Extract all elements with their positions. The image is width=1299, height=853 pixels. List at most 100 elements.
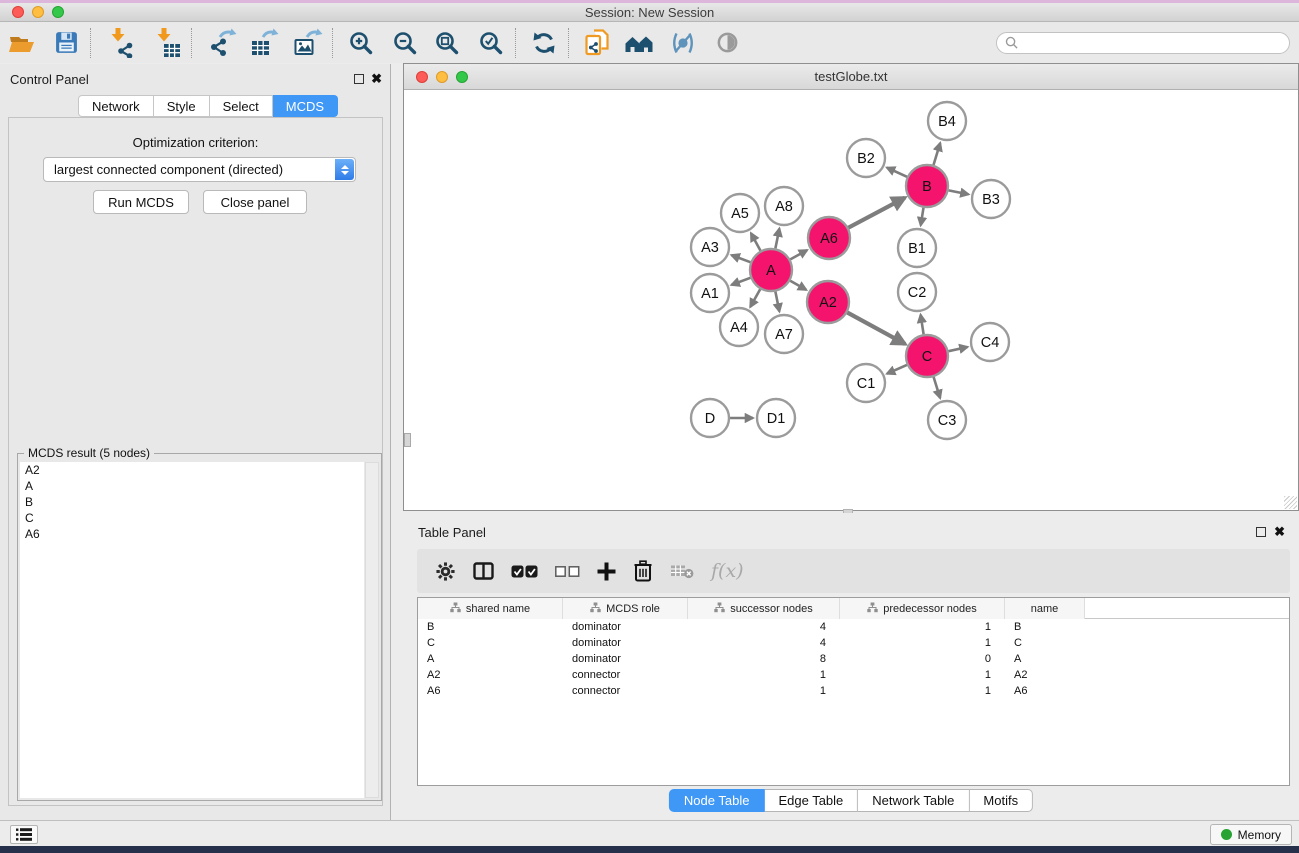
graph-edge-A-A2[interactable] <box>790 281 806 290</box>
refresh-layout-button[interactable] <box>526 25 562 61</box>
run-mcds-button[interactable]: Run MCDS <box>93 190 189 214</box>
tab-motifs[interactable]: Motifs <box>969 789 1033 812</box>
optimization-criterion-label: Optimization criterion: <box>9 135 382 150</box>
import-network-button[interactable] <box>103 25 139 61</box>
zoom-in-button[interactable] <box>343 25 379 61</box>
hierarchy-icon <box>450 602 461 616</box>
mcds-result-item[interactable]: B <box>20 494 364 510</box>
zoom-fit-button[interactable] <box>429 25 465 61</box>
mcds-result-item[interactable]: A <box>20 478 364 494</box>
close-panel-icon[interactable]: ✖ <box>371 71 382 87</box>
network-window-titlebar: testGlobe.txt <box>404 64 1298 90</box>
tab-network-table[interactable]: Network Table <box>858 789 969 812</box>
graph-edge-A2-C[interactable] <box>847 313 905 345</box>
mcds-result-item[interactable]: A6 <box>20 526 364 542</box>
tab-select[interactable]: Select <box>210 95 273 117</box>
table-row[interactable]: Adominator80A <box>418 651 1289 667</box>
resize-grip-icon[interactable] <box>1284 496 1297 509</box>
table-cell: A <box>418 653 563 665</box>
copy-documents-icon <box>584 28 610 57</box>
graph-edge-A6-B[interactable] <box>848 198 905 228</box>
close-panel-button[interactable]: Close panel <box>203 190 307 214</box>
column-header-successor-nodes[interactable]: successor nodes <box>688 598 840 619</box>
network-window-title: testGlobe.txt <box>404 69 1298 84</box>
graph-node-label: B2 <box>857 151 875 167</box>
delete-column-button[interactable] <box>633 560 653 582</box>
graph-edge-A-A3[interactable] <box>732 255 751 262</box>
tab-edge-table[interactable]: Edge Table <box>764 789 858 812</box>
graph-node-label: A <box>766 263 776 279</box>
session-title: Session: New Session <box>0 5 1299 20</box>
graph-edge-B-B1[interactable] <box>921 208 924 226</box>
table-cell: B <box>418 621 563 633</box>
graph-edge-B-B2[interactable] <box>887 168 907 177</box>
graph-edge-A-A6[interactable] <box>790 250 807 259</box>
trash-icon <box>633 560 653 582</box>
search-input[interactable] <box>1023 36 1281 50</box>
import-table-button[interactable] <box>149 25 185 61</box>
task-history-button[interactable] <box>10 825 38 844</box>
column-header-shared-name[interactable]: shared name <box>418 598 563 619</box>
graph-edge-A-A4[interactable] <box>750 289 760 307</box>
table-row[interactable]: A6connector11A6 <box>418 683 1289 699</box>
select-all-button[interactable] <box>511 565 538 578</box>
graph-edge-C-C3[interactable] <box>934 377 941 398</box>
graph-edge-A-A1[interactable] <box>732 278 751 285</box>
graph-edge-B-B4[interactable] <box>934 143 941 165</box>
table-row[interactable]: Cdominator41C <box>418 635 1289 651</box>
tab-node-table[interactable]: Node Table <box>669 789 765 812</box>
graph-node-label: D <box>705 411 715 427</box>
criterion-select[interactable]: largest connected component (directed) <box>43 157 356 182</box>
toolbar-separator <box>568 28 569 58</box>
graph-edge-C-C1[interactable] <box>887 365 907 374</box>
copy-style-button[interactable] <box>579 25 615 61</box>
graph-edge-C-C4[interactable] <box>949 347 968 351</box>
birdseye-handle[interactable] <box>404 433 411 447</box>
table-row[interactable]: A2connector11A2 <box>418 667 1289 683</box>
export-table-button[interactable] <box>246 25 282 61</box>
float-table-panel-icon[interactable] <box>1256 527 1266 537</box>
mcds-result-item[interactable]: C <box>20 510 364 526</box>
tab-style[interactable]: Style <box>154 95 210 117</box>
float-panel-icon[interactable] <box>354 74 364 84</box>
mcds-result-list[interactable]: A2ABCA6 <box>20 462 364 798</box>
column-header-predecessor-nodes[interactable]: predecessor nodes <box>840 598 1005 619</box>
fx-icon: f(x) <box>711 560 744 582</box>
zoom-selected-icon <box>478 30 504 56</box>
deselect-all-button[interactable] <box>555 566 580 577</box>
zoom-selected-button[interactable] <box>473 25 509 61</box>
graph-edge-A-A7[interactable] <box>775 292 779 312</box>
result-scrollbar[interactable] <box>365 462 379 798</box>
tab-network[interactable]: Network <box>78 95 154 117</box>
graph-edge-A-A8[interactable] <box>775 229 779 249</box>
export-network-button[interactable] <box>204 25 240 61</box>
network-canvas[interactable]: B4B2BB3A5A8A6A3AB1A1A2C2A4A7C4CC1C3DD1 <box>404 90 1298 510</box>
column-header-name[interactable]: name <box>1005 598 1085 619</box>
table-cell: 4 <box>688 621 840 633</box>
save-session-button[interactable] <box>48 25 84 61</box>
mcds-result-item[interactable]: A2 <box>20 462 364 478</box>
column-header-mcds-role[interactable]: MCDS role <box>563 598 688 619</box>
table-row[interactable]: Bdominator41B <box>418 619 1289 635</box>
export-image-button[interactable] <box>290 25 326 61</box>
show-graphics-details-button[interactable] <box>709 25 745 61</box>
memory-button[interactable]: Memory <box>1210 824 1292 845</box>
table-settings-button[interactable] <box>435 561 456 582</box>
gear-icon <box>435 561 456 582</box>
memory-label: Memory <box>1238 828 1281 842</box>
close-table-panel-icon[interactable]: ✖ <box>1274 524 1285 540</box>
graph-node-label: A3 <box>701 240 719 256</box>
zoom-out-button[interactable] <box>387 25 423 61</box>
graph-edge-B-B3[interactable] <box>949 190 969 194</box>
open-session-button[interactable] <box>4 25 40 61</box>
graph-edge-A-A5[interactable] <box>751 233 761 251</box>
table-cell: 1 <box>688 669 840 681</box>
add-column-button[interactable] <box>597 562 616 581</box>
column-label: name <box>1031 603 1059 615</box>
graph-edge-C-C2[interactable] <box>921 315 924 335</box>
graph-node-label: A1 <box>701 286 719 302</box>
show-column-button[interactable] <box>473 562 494 580</box>
tab-mcds[interactable]: MCDS <box>273 95 338 117</box>
show-home-button[interactable] <box>621 25 657 61</box>
hide-graphics-details-button[interactable] <box>665 25 701 61</box>
